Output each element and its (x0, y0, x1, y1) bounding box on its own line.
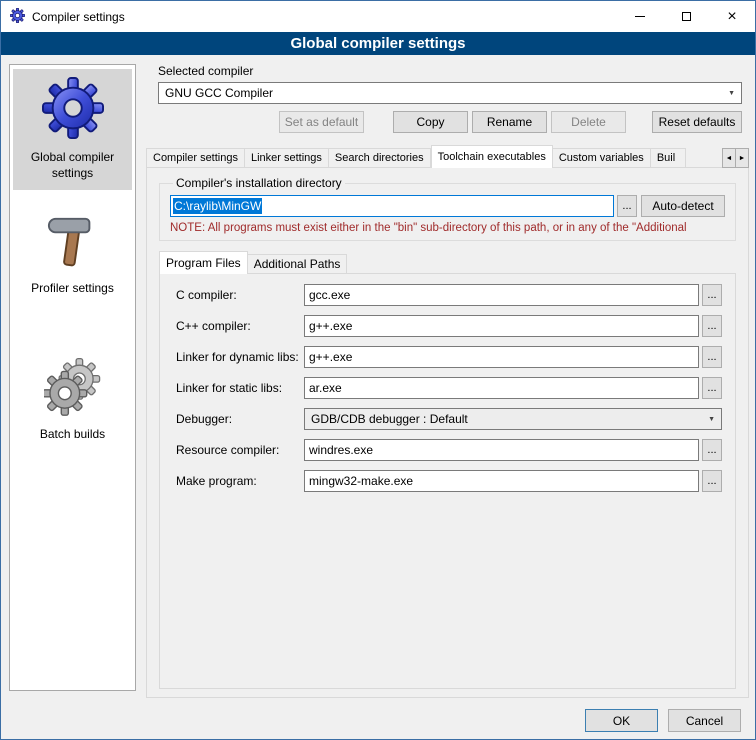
dynamic-linker-browse-button[interactable]: ... (702, 346, 722, 368)
titlebar[interactable]: Compiler settings × (1, 1, 755, 32)
toolchain-executables-page: Compiler's installation directory C:\ray… (146, 167, 749, 698)
static-linker-label: Linker for static libs: (176, 381, 304, 395)
c-compiler-browse-button[interactable]: ... (702, 284, 722, 306)
installation-directory-browse-button[interactable]: ... (617, 195, 637, 217)
form-row: Make program: ... (176, 470, 722, 492)
profiler-tool-icon (46, 212, 100, 273)
resource-compiler-label: Resource compiler: (176, 443, 304, 457)
cpp-compiler-label: C++ compiler: (176, 319, 304, 333)
form-row: Linker for dynamic libs: ... (176, 346, 722, 368)
sidebar-item-label: Batch builds (40, 427, 105, 443)
program-files-page: C compiler: ... C++ compiler: ... Linker… (159, 273, 736, 689)
app-icon (10, 8, 25, 26)
tab-program-files[interactable]: Program Files (159, 251, 248, 274)
close-icon: × (727, 9, 736, 25)
form-row: Debugger: GDB/CDB debugger : Default ▼ (176, 408, 722, 430)
form-row: C compiler: ... (176, 284, 722, 306)
sidebar-item-label: Profiler settings (31, 281, 114, 297)
sidebar-item-batch-builds[interactable]: Batch builds (13, 350, 132, 452)
make-program-input[interactable] (304, 470, 699, 492)
static-linker-browse-button[interactable]: ... (702, 377, 722, 399)
auto-detect-button[interactable]: Auto-detect (641, 195, 725, 217)
c-compiler-label: C compiler: (176, 288, 304, 302)
reset-defaults-button[interactable]: Reset defaults (652, 111, 742, 133)
resource-compiler-input[interactable] (304, 439, 699, 461)
cancel-button[interactable]: Cancel (668, 709, 741, 732)
program-tabbar: Program Files Additional Paths (159, 251, 748, 274)
sidebar-item-profiler-settings[interactable]: Profiler settings (13, 204, 132, 306)
dialog-header-title: Global compiler settings (290, 35, 465, 52)
chevron-down-icon: ▼ (708, 416, 715, 423)
installation-directory-input[interactable]: C:\raylib\MinGW (170, 195, 614, 217)
main-panel: Selected compiler GNU GCC Compiler ▼ Set… (146, 61, 749, 698)
installation-directory-note: NOTE: All programs must exist either in … (170, 222, 725, 234)
window-controls: × (617, 1, 755, 32)
sidebar-item-global-compiler-settings[interactable]: Global compiler settings (13, 69, 132, 190)
minimize-icon (635, 16, 645, 17)
tab-linker-settings[interactable]: Linker settings (245, 148, 329, 168)
compiler-settings-window: Compiler settings × Global compiler sett… (0, 0, 756, 740)
compiler-combobox-value: GNU GCC Compiler (165, 86, 273, 100)
window-title: Compiler settings (32, 10, 125, 24)
form-row: Linker for static libs: ... (176, 377, 722, 399)
tab-scroll-left-button[interactable]: ◄ (722, 148, 736, 168)
dynamic-linker-input[interactable] (304, 346, 699, 368)
debugger-combobox-value: GDB/CDB debugger : Default (311, 412, 468, 426)
compiler-actions: Set as default Copy Rename Delete Reset … (146, 111, 742, 133)
static-linker-input[interactable] (304, 377, 699, 399)
dynamic-linker-label: Linker for dynamic libs: (176, 350, 304, 364)
installation-directory-group-label: Compiler's installation directory (173, 176, 345, 190)
debugger-combobox[interactable]: GDB/CDB debugger : Default ▼ (304, 408, 722, 430)
arrow-right-icon: ► (739, 155, 746, 162)
maximize-icon (682, 12, 691, 21)
rename-button[interactable]: Rename (472, 111, 547, 133)
form-row: C++ compiler: ... (176, 315, 722, 337)
minimize-button[interactable] (617, 1, 663, 32)
tab-scroll-right-button[interactable]: ► (735, 148, 749, 168)
installation-directory-group: Compiler's installation directory C:\ray… (159, 176, 736, 241)
tab-toolchain-executables[interactable]: Toolchain executables (431, 145, 553, 168)
sidebar-item-label: Global compiler settings (15, 150, 130, 181)
dialog-footer: OK Cancel (575, 709, 741, 732)
tab-custom-variables[interactable]: Custom variables (553, 148, 651, 168)
ok-button[interactable]: OK (585, 709, 658, 732)
selected-compiler-label: Selected compiler (158, 64, 749, 78)
copy-button[interactable]: Copy (393, 111, 468, 133)
sidebar: Global compiler settings Profiler settin… (9, 64, 136, 691)
arrow-left-icon: ◄ (726, 155, 733, 162)
close-button[interactable]: × (709, 1, 755, 32)
blue-gear-icon (42, 77, 104, 142)
tab-build-options-clipped[interactable]: Buil (651, 148, 686, 168)
compiler-combobox[interactable]: GNU GCC Compiler ▼ (158, 82, 742, 104)
tab-scroll-buttons: ◄ ► (723, 148, 749, 168)
installation-directory-value: C:\raylib\MinGW (173, 198, 262, 214)
tab-search-directories[interactable]: Search directories (329, 148, 431, 168)
cpp-compiler-browse-button[interactable]: ... (702, 315, 722, 337)
debugger-label: Debugger: (176, 412, 304, 426)
gray-gears-icon (44, 358, 102, 419)
make-program-browse-button[interactable]: ... (702, 470, 722, 492)
maximize-button[interactable] (663, 1, 709, 32)
tab-compiler-settings[interactable]: Compiler settings (146, 148, 245, 168)
settings-tabbar: Compiler settings Linker settings Search… (146, 145, 749, 168)
delete-button: Delete (551, 111, 626, 133)
installation-directory-row: C:\raylib\MinGW ... Auto-detect (170, 195, 725, 217)
dialog-header: Global compiler settings (1, 32, 755, 55)
form-row: Resource compiler: ... (176, 439, 722, 461)
chevron-down-icon: ▼ (728, 90, 735, 97)
make-program-label: Make program: (176, 474, 304, 488)
tab-additional-paths[interactable]: Additional Paths (248, 254, 348, 274)
set-as-default-button: Set as default (279, 111, 364, 133)
resource-compiler-browse-button[interactable]: ... (702, 439, 722, 461)
cpp-compiler-input[interactable] (304, 315, 699, 337)
c-compiler-input[interactable] (304, 284, 699, 306)
